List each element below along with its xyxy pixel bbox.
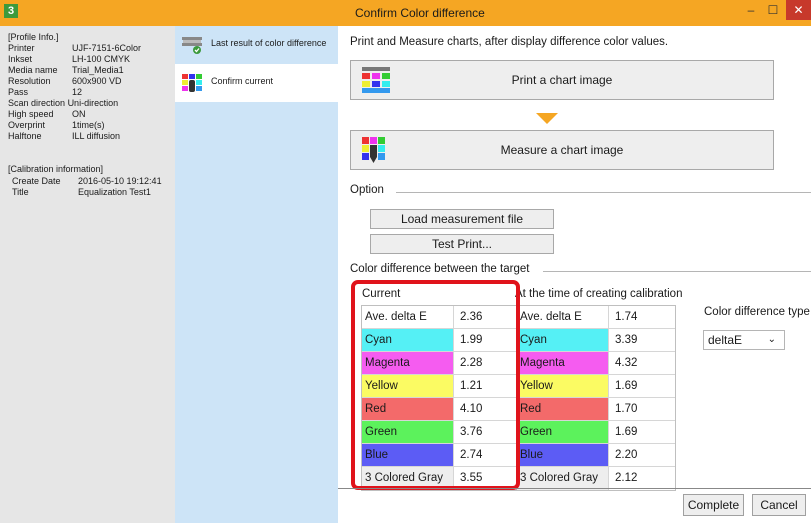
color-name-cell: Blue <box>517 444 609 466</box>
window-title: Confirm Color difference <box>355 6 485 20</box>
calibration-info-heading: [Calibration information] <box>8 164 104 174</box>
difference-type-label: Color difference type <box>704 306 810 318</box>
info-row-create-date: Create Date 2016-05-10 19:12:41 <box>12 176 162 186</box>
table-row: Cyan 3.39 <box>517 329 675 352</box>
delta-value-cell: 3.39 <box>615 334 638 346</box>
delta-value-cell: 4.32 <box>615 357 638 369</box>
nav-label-last-result: Last result of color difference <box>211 38 327 48</box>
color-difference-label: Color difference between the target <box>350 263 530 275</box>
test-print-button[interactable]: Test Print... <box>370 234 554 254</box>
main-content: Print and Measure charts, after display … <box>338 26 811 523</box>
info-row-pass: Pass 12 <box>8 87 83 97</box>
info-row-resolution: Resolution 600x900 VD <box>8 76 122 86</box>
nav-item-last-result[interactable]: Last result of color difference <box>175 26 338 64</box>
footer-divider <box>338 488 811 489</box>
calibration-time-label: At the time of creating calibration <box>515 288 683 300</box>
color-name-cell: Red <box>517 398 609 420</box>
load-measurement-button[interactable]: Load measurement file <box>370 209 554 229</box>
color-name-cell: 3 Colored Gray <box>517 467 609 490</box>
print-chart-button[interactable]: Print a chart image <box>350 60 774 100</box>
delta-value-cell: 1.69 <box>615 426 638 438</box>
option-label: Option <box>350 184 384 196</box>
print-chart-label: Print a chart image <box>511 73 613 87</box>
close-button[interactable]: ✕ <box>786 0 811 20</box>
table-row: Green 1.69 <box>517 421 675 444</box>
info-row-overprint: Overprint 1time(s) <box>8 120 105 130</box>
measure-chart-button[interactable]: Measure a chart image <box>350 130 774 170</box>
info-row-scan-direction: Scan direction Uni-direction <box>8 98 119 108</box>
title-bar: 3 Confirm Color difference – ☐ ✕ <box>0 0 811 26</box>
color-chart-icon <box>182 74 202 92</box>
delta-value-cell: 2.20 <box>615 449 638 461</box>
profile-info-heading: [Profile Info.] <box>8 32 59 42</box>
current-highlight-frame <box>351 280 520 490</box>
table-row: Ave. delta E 1.74 <box>517 306 675 329</box>
cancel-button[interactable]: Cancel <box>752 494 806 516</box>
delta-value-cell: 1.70 <box>615 403 638 415</box>
nav-label-confirm-current: Confirm current <box>211 76 274 86</box>
info-row-printer: Printer UJF-7151-6Color <box>8 43 142 53</box>
chevron-down-icon: ⌄ <box>767 334 776 345</box>
info-row-title: Title Equalization Test1 <box>12 187 151 197</box>
color-name-cell: Ave. delta E <box>517 306 609 328</box>
difference-type-value: deltaE <box>708 333 743 347</box>
instruction-text: Print and Measure charts, after display … <box>350 36 669 48</box>
info-pane: [Profile Info.] Printer UJF-7151-6Color I… <box>0 26 175 523</box>
measure-chart-label: Measure a chart image <box>500 143 624 157</box>
info-row-halftone: Halftone ILL diffusion <box>8 131 121 141</box>
info-row-high-speed: High speed ON <box>8 109 86 119</box>
info-row-inkset: Inkset LH-100 CMYK <box>8 54 131 64</box>
color-name-cell: Cyan <box>517 329 609 351</box>
complete-button[interactable]: Complete <box>683 494 744 516</box>
color-difference-divider <box>543 271 811 272</box>
table-row: Magenta 4.32 <box>517 352 675 375</box>
table-row: Yellow 1.69 <box>517 375 675 398</box>
table-row: Blue 2.20 <box>517 444 675 467</box>
difference-type-select[interactable]: deltaE ⌄ <box>703 330 785 350</box>
color-name-cell: Magenta <box>517 352 609 374</box>
color-name-cell: Green <box>517 421 609 443</box>
down-arrow-icon <box>536 113 558 124</box>
table-row: Red 1.70 <box>517 398 675 421</box>
navigation-pane: Last result of color difference Confirm … <box>175 26 338 523</box>
minimize-button[interactable]: – <box>740 0 762 20</box>
delta-value-cell: 1.69 <box>615 380 638 392</box>
app-logo: 3 <box>4 4 18 18</box>
delta-value-cell: 1.74 <box>615 311 638 323</box>
color-name-cell: Yellow <box>517 375 609 397</box>
maximize-button[interactable]: ☐ <box>762 0 784 20</box>
nav-item-confirm-current[interactable]: Confirm current <box>175 64 338 102</box>
option-divider <box>396 192 811 193</box>
table-row: 3 Colored Gray 2.12 <box>517 467 675 490</box>
calibration-difference-table: Ave. delta E 1.74 Cyan 3.39 Magenta 4.32 Yello… <box>516 305 676 491</box>
printer-check-icon <box>182 37 202 54</box>
delta-value-cell: 2.12 <box>615 472 638 484</box>
info-row-media: Media name Trial_Media1 <box>8 65 124 75</box>
